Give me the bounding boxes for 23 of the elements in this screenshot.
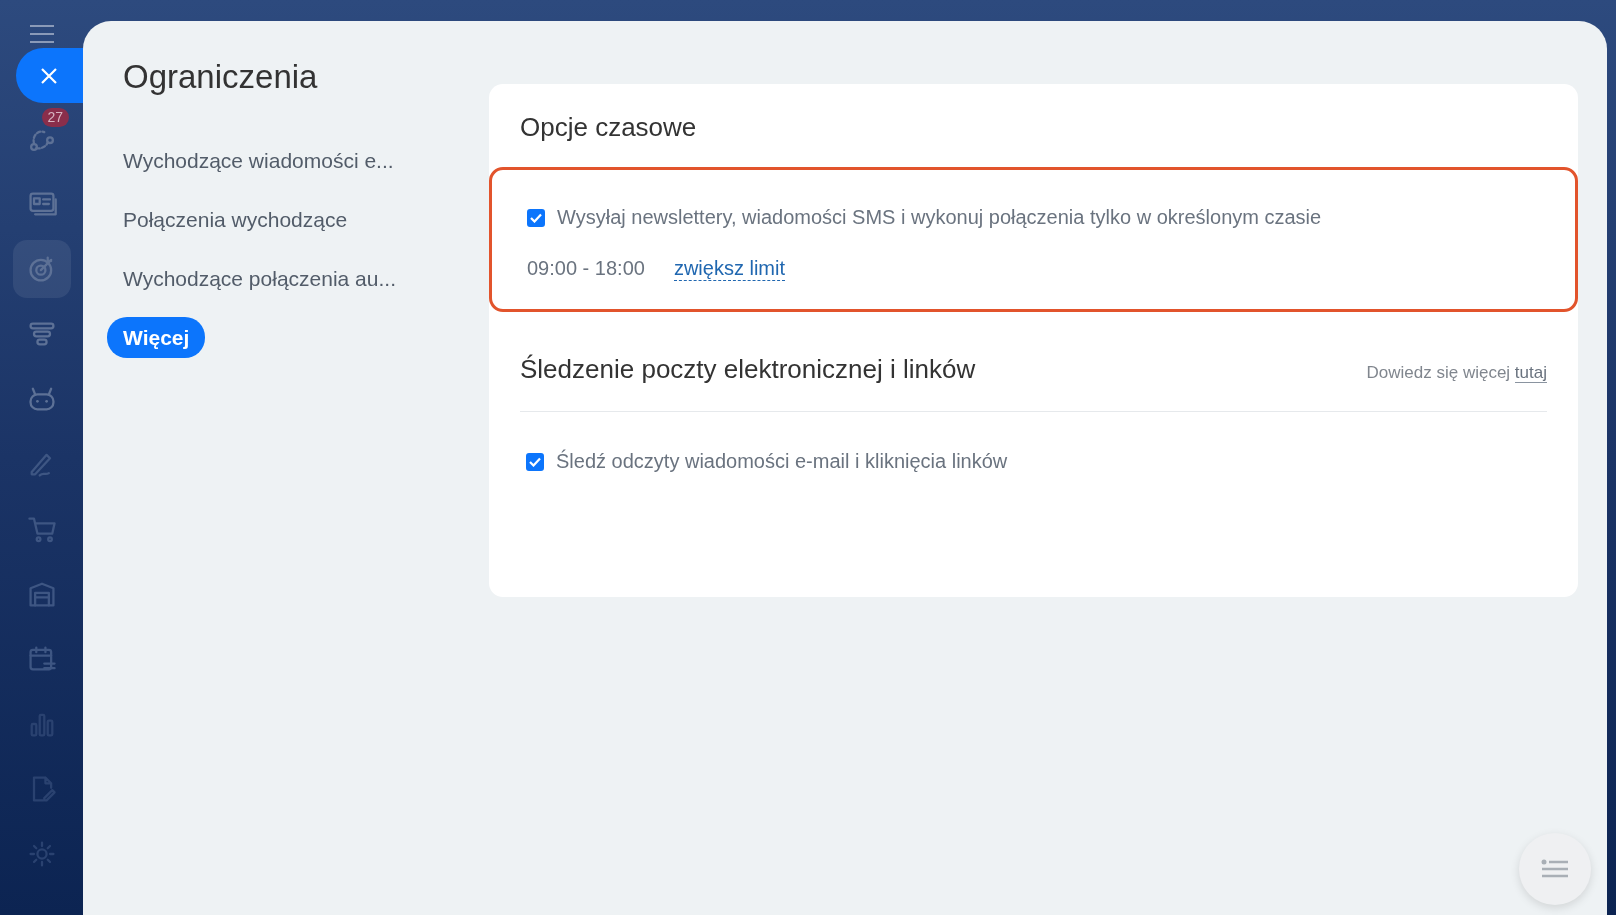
- section-title: Opcje czasowe: [520, 112, 698, 143]
- close-button[interactable]: [16, 48, 83, 103]
- sidebar-item[interactable]: 27: [12, 110, 71, 168]
- menu-icon[interactable]: [28, 24, 55, 44]
- help-text: Dowiedz się więcej tutaj: [1366, 363, 1547, 383]
- list-button[interactable]: [1519, 833, 1591, 905]
- increase-limit-link[interactable]: zwiększ limit: [673, 257, 785, 281]
- list-icon: [1541, 859, 1569, 879]
- menu-item[interactable]: Wychodzące połączenia au...: [107, 258, 412, 299]
- checkbox[interactable]: [527, 208, 545, 227]
- checkbox-label: Wysyłaj newslettery, wiadomości SMS i wykonuj połączenia tylko w określonym czasie: [557, 206, 1322, 229]
- checkbox[interactable]: [526, 452, 544, 471]
- section-title: Śledzenie poczty elektronicznej i linków: [520, 354, 976, 385]
- sidebar-item[interactable]: [12, 240, 71, 298]
- time-range: 09:00 - 18:00: [527, 257, 645, 281]
- close-icon: [40, 66, 58, 85]
- notification-count: 27: [41, 108, 70, 127]
- help-link[interactable]: tutaj: [1514, 363, 1547, 383]
- menu-item[interactable]: Wychodzące wiadomości e...: [107, 140, 410, 181]
- checkbox-label: Śledź odczyty wiadomości e-mail i kliknięcia linków: [556, 450, 1008, 473]
- menu-item[interactable]: Więcej: [107, 317, 206, 358]
- menu-item[interactable]: Połączenia wychodzące: [107, 199, 364, 240]
- page-title: Ograniczenia: [123, 58, 319, 96]
